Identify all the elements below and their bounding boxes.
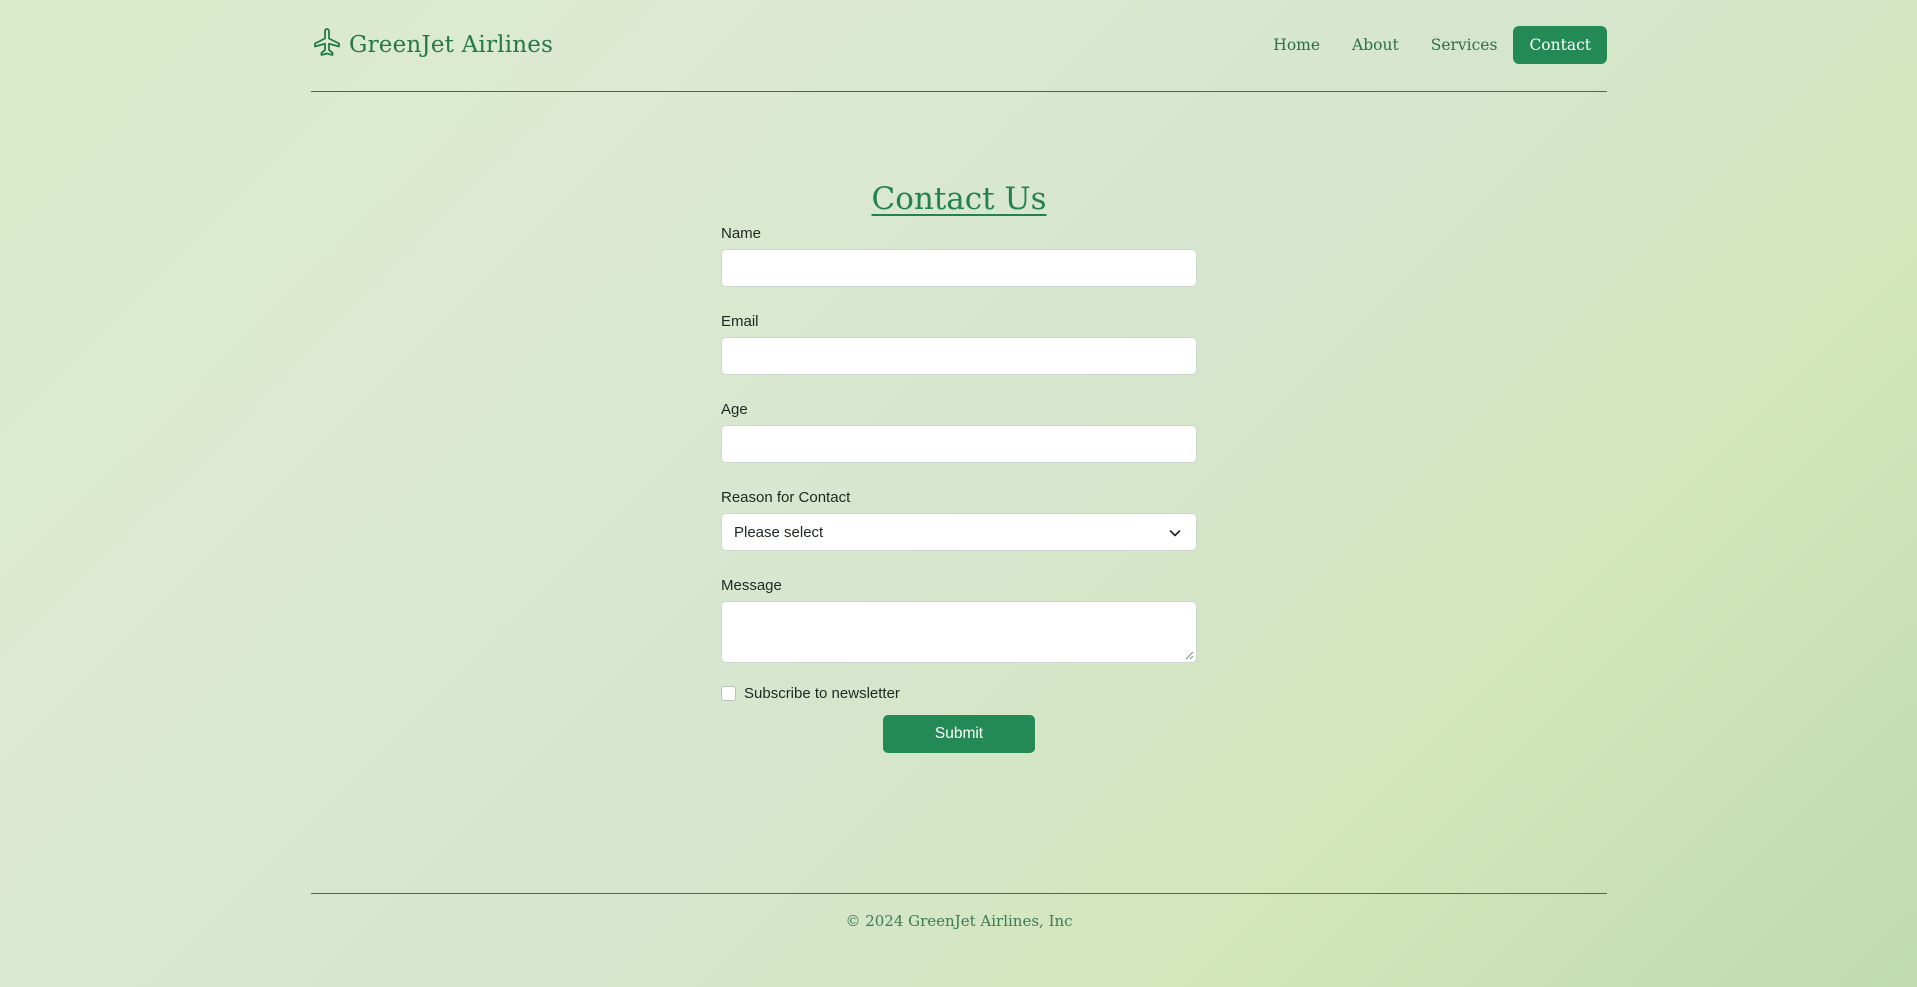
resize-grip-icon[interactable] xyxy=(1185,651,1194,660)
reason-label: Reason for Contact xyxy=(721,489,851,506)
newsletter-label[interactable]: Subscribe to newsletter xyxy=(744,685,900,702)
page-title: Contact Us xyxy=(871,181,1047,217)
email-label: Email xyxy=(721,313,759,330)
message-label: Message xyxy=(721,577,782,594)
age-input[interactable] xyxy=(721,425,1197,463)
submit-wrap: Submit xyxy=(721,715,1197,753)
site-footer: © 2024 GreenJet Airlines, Inc xyxy=(311,893,1607,931)
newsletter-row: Subscribe to newsletter xyxy=(721,681,1197,705)
brand-name: GreenJet Airlines xyxy=(349,31,554,58)
page-wrapper: GreenJet Airlines Home About Services Co… xyxy=(311,0,1607,753)
newsletter-checkbox[interactable] xyxy=(721,685,736,701)
age-label: Age xyxy=(721,401,748,418)
contact-form: Contact Us Name Email Age Reason for Con… xyxy=(721,175,1197,753)
nav-services[interactable]: Services xyxy=(1415,26,1514,64)
email-input[interactable] xyxy=(721,337,1197,375)
message-textarea[interactable] xyxy=(721,601,1197,663)
reason-selected-value: Please select xyxy=(734,523,824,541)
nav-contact[interactable]: Contact xyxy=(1513,25,1607,64)
name-input[interactable] xyxy=(721,249,1197,287)
reason-select[interactable]: Please select xyxy=(721,513,1197,551)
name-label: Name xyxy=(721,225,762,242)
nav-about[interactable]: About xyxy=(1336,26,1415,64)
reason-group: Reason for Contact Please select xyxy=(721,487,1197,551)
airplane-icon xyxy=(311,26,343,63)
chevron-down-icon xyxy=(1169,530,1181,537)
copyright-text: © 2024 GreenJet Airlines, Inc xyxy=(845,912,1073,930)
name-group: Name xyxy=(721,223,1197,287)
email-group: Email xyxy=(721,311,1197,375)
message-group: Message xyxy=(721,575,1197,663)
main-nav: Home About Services Contact xyxy=(1257,25,1607,64)
age-group: Age xyxy=(721,399,1197,463)
brand-logo[interactable]: GreenJet Airlines xyxy=(311,26,553,63)
site-header: GreenJet Airlines Home About Services Co… xyxy=(311,0,1607,92)
nav-home[interactable]: Home xyxy=(1257,26,1336,64)
submit-button[interactable]: Submit xyxy=(883,715,1035,753)
